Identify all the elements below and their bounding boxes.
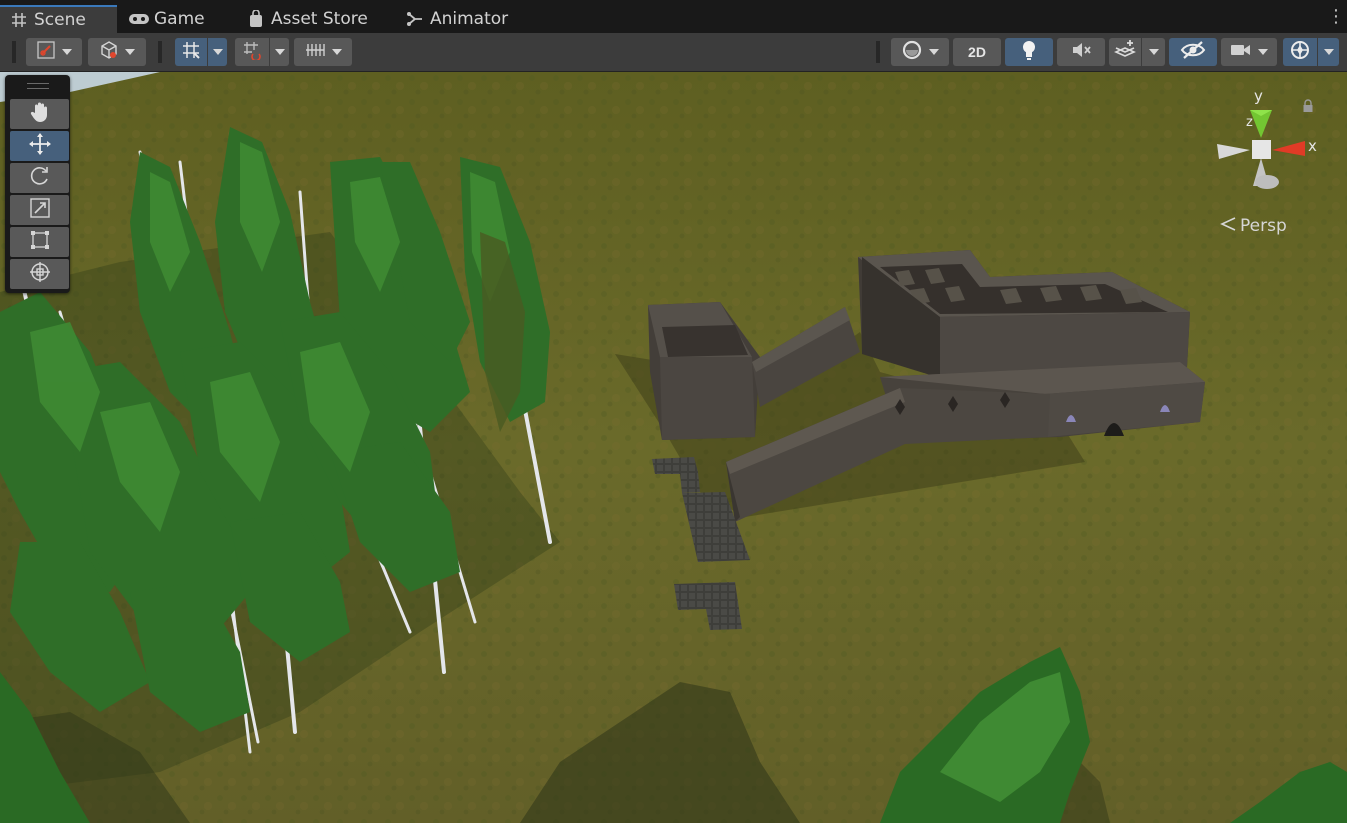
gizmos-button[interactable] bbox=[1283, 38, 1317, 66]
tab-asset-store[interactable]: Asset Store bbox=[245, 5, 368, 33]
lighting-toggle-button[interactable] bbox=[1005, 38, 1053, 66]
camera-icon bbox=[1230, 42, 1252, 62]
move-tool-icon bbox=[28, 132, 52, 160]
transform-tool-icon bbox=[28, 260, 52, 288]
ruler-grid-dropdown[interactable] bbox=[294, 38, 352, 66]
effects-button[interactable] bbox=[1109, 38, 1141, 66]
gizmos-icon bbox=[1289, 39, 1311, 65]
tab-label: Animator bbox=[430, 9, 509, 29]
x-axis-label: x bbox=[1308, 137, 1317, 155]
audio-toggle-button[interactable] bbox=[1057, 38, 1105, 66]
grid-snap-dropdown[interactable] bbox=[207, 38, 227, 66]
tab-scene[interactable]: Scene bbox=[0, 5, 117, 33]
scene-window: Scene Game Asset Store Animator ⋮ 2D y z… bbox=[0, 0, 1347, 823]
scale-tool-icon bbox=[29, 197, 51, 223]
hand-tool-button[interactable] bbox=[10, 99, 69, 129]
rotate-tool-button[interactable] bbox=[10, 163, 69, 193]
animator-icon bbox=[404, 10, 426, 28]
toggle-2d-button[interactable]: 2D bbox=[953, 38, 1001, 66]
hidden-visibility-icon bbox=[1180, 40, 1206, 64]
perspective-icon bbox=[1220, 216, 1236, 236]
effects-icon bbox=[1114, 39, 1136, 65]
hash-grid-icon bbox=[8, 11, 30, 29]
draw-mode-icon bbox=[36, 40, 56, 64]
scene-visibility-button[interactable] bbox=[1169, 38, 1217, 66]
ruler-grid-icon bbox=[304, 40, 326, 64]
gizmo-center-cube[interactable] bbox=[1252, 140, 1271, 159]
tab-label: Scene bbox=[34, 10, 86, 30]
shading-sphere-icon bbox=[901, 39, 923, 65]
shading-mode-dropdown[interactable] bbox=[891, 38, 949, 66]
gamepad-icon bbox=[128, 10, 150, 28]
render-cube-icon bbox=[99, 40, 119, 64]
effects-dropdown[interactable] bbox=[1141, 38, 1165, 66]
orientation-gizmo[interactable]: y z x bbox=[1210, 86, 1320, 198]
hand-tool-icon bbox=[29, 101, 51, 127]
projection-label: Persp bbox=[1240, 216, 1287, 236]
camera-settings-dropdown[interactable] bbox=[1221, 38, 1277, 66]
scene-toolbar: 2D bbox=[0, 33, 1347, 72]
tab-animator[interactable]: Animator bbox=[404, 5, 508, 33]
projection-toggle[interactable]: Persp bbox=[1220, 215, 1287, 237]
grid-snap-icon bbox=[181, 40, 201, 64]
render-mode-dropdown[interactable] bbox=[88, 38, 146, 66]
neg-x-axis-cone[interactable] bbox=[1217, 144, 1250, 159]
x-axis-cone[interactable] bbox=[1272, 141, 1305, 156]
more-options-icon[interactable]: ⋮ bbox=[1327, 8, 1345, 26]
toolbar-grip[interactable] bbox=[12, 41, 16, 63]
overlay-drag-handle[interactable] bbox=[27, 83, 49, 89]
rotate-tool-icon bbox=[29, 165, 51, 191]
gizmos-dropdown[interactable] bbox=[1317, 38, 1339, 66]
toolbar-grip[interactable] bbox=[158, 41, 162, 63]
grid-snap-button[interactable] bbox=[175, 38, 207, 66]
move-tool-button[interactable] bbox=[10, 131, 69, 161]
tab-label: Game bbox=[154, 9, 205, 29]
rect-tool-icon bbox=[29, 229, 51, 255]
tab-label: Asset Store bbox=[271, 9, 368, 29]
lightbulb-icon bbox=[1021, 39, 1037, 65]
scale-tool-button[interactable] bbox=[10, 195, 69, 225]
scene-viewport[interactable] bbox=[0, 72, 1347, 823]
tab-bar: Scene Game Asset Store Animator ⋮ bbox=[0, 0, 1347, 33]
draw-mode-dropdown[interactable] bbox=[26, 38, 82, 66]
increment-snap-button[interactable] bbox=[235, 38, 269, 66]
toolbar-grip[interactable] bbox=[876, 41, 880, 63]
tools-overlay bbox=[5, 75, 70, 293]
toggle-2d-label: 2D bbox=[968, 44, 986, 60]
rect-tool-button[interactable] bbox=[10, 227, 69, 257]
y-axis-label: y bbox=[1254, 87, 1263, 105]
transform-tool-button[interactable] bbox=[10, 259, 69, 289]
increment-snap-icon bbox=[242, 40, 262, 64]
scene-render bbox=[0, 72, 1347, 823]
tab-game[interactable]: Game bbox=[128, 5, 205, 33]
z-axis-label: z bbox=[1246, 115, 1253, 130]
shopping-bag-icon bbox=[245, 10, 267, 28]
increment-snap-dropdown[interactable] bbox=[269, 38, 289, 66]
mute-audio-icon bbox=[1070, 40, 1092, 64]
